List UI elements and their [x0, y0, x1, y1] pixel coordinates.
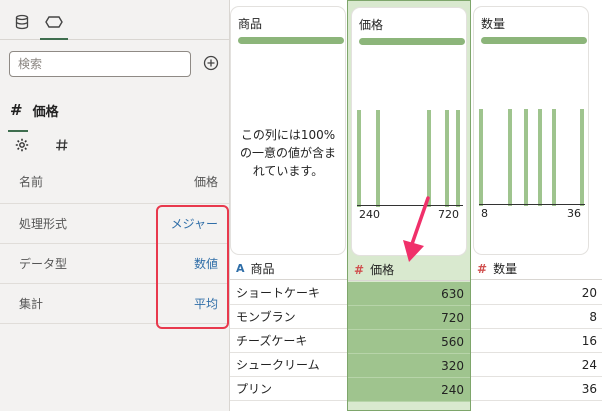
column-cells: 630 720 560 320 240 — [348, 282, 470, 402]
histogram-bar — [552, 109, 556, 206]
column-header-label: 価格 — [370, 263, 395, 277]
column-cells: ショートケーキ モンブラン チーズケーキ シュークリーム プリン — [230, 281, 347, 401]
table-cell[interactable]: プリン — [230, 377, 347, 401]
property-treatment-row: 処理形式 メジャー — [0, 204, 229, 244]
column-header-label: 商品 — [250, 262, 275, 276]
panel-tabs — [0, 0, 229, 40]
column-profile-card: 数量 8 36 — [474, 7, 588, 254]
text-type-icon: A — [236, 262, 245, 275]
search-input[interactable] — [9, 51, 191, 77]
histogram — [357, 107, 467, 207]
histogram-max: 36 — [567, 207, 581, 220]
title-underline — [8, 130, 28, 132]
histogram-bar — [456, 110, 460, 207]
property-aggregation-row: 集計 平均 — [0, 284, 229, 324]
histogram-axis — [479, 204, 585, 205]
column-header-product[interactable]: A 商品 — [230, 258, 347, 280]
data-structure-icon[interactable] — [40, 10, 68, 40]
histogram-bar — [524, 109, 528, 206]
histogram-bar — [479, 109, 483, 206]
column-profile-card: 商品 この列には100%の一意の値が含まれています。 — [231, 7, 345, 254]
column-header-label: 数量 — [493, 262, 518, 276]
table-cell[interactable]: 240 — [348, 378, 470, 402]
table-cell[interactable]: 8 — [471, 305, 602, 329]
column-product[interactable]: 商品 この列には100%の一意の値が含まれています。 A 商品 ショートケーキ … — [230, 0, 347, 411]
table-cell[interactable]: 320 — [348, 354, 470, 378]
histogram-axis — [357, 205, 463, 206]
table-cell[interactable]: 720 — [348, 306, 470, 330]
card-title: 数量 — [481, 17, 506, 31]
column-price[interactable]: 価格 240 720 # 価格 630 720 560 320 240 — [347, 0, 471, 411]
quality-bar — [359, 38, 465, 45]
property-label: データ型 — [19, 257, 68, 271]
card-title: 商品 — [238, 17, 263, 31]
table-cell[interactable]: 20 — [471, 281, 602, 305]
add-icon[interactable] — [201, 53, 221, 73]
quality-bar — [481, 37, 587, 44]
property-name-row: 名前 価格 — [0, 160, 229, 204]
histogram-bar — [357, 110, 361, 207]
selected-column-title: # 価格 — [10, 98, 59, 122]
column-cells: 20 8 16 24 36 — [471, 281, 602, 401]
table-cell[interactable]: 560 — [348, 330, 470, 354]
histogram-bar — [538, 109, 542, 206]
treatment-dropdown[interactable]: メジャー — [171, 215, 218, 232]
card-title: 価格 — [359, 18, 384, 32]
aggregation-dropdown[interactable]: 平均 — [194, 295, 218, 312]
gear-icon[interactable] — [12, 135, 32, 155]
column-header-quantity[interactable]: # 数量 — [471, 258, 602, 280]
histogram-min: 240 — [359, 208, 380, 221]
unique-values-message: この列には100%の一意の値が含まれています。 — [231, 126, 345, 180]
histogram — [479, 106, 589, 206]
histogram-min: 8 — [481, 207, 488, 220]
quality-bar — [238, 37, 344, 44]
unique-values-text: この列には100%の一意の値が含まれています。 — [239, 128, 336, 178]
table-cell[interactable]: 16 — [471, 329, 602, 353]
property-label: 集計 — [19, 297, 44, 311]
table-cell[interactable]: 36 — [471, 377, 602, 401]
table-cell[interactable]: シュークリーム — [230, 353, 347, 377]
property-list: 名前 価格 処理形式 メジャー データ型 数値 集計 平均 — [0, 160, 229, 324]
property-label: 処理形式 — [19, 217, 68, 231]
property-label: 名前 — [19, 175, 44, 189]
histogram-max: 720 — [438, 208, 459, 221]
data-preview: 商品 この列には100%の一意の値が含まれています。 A 商品 ショートケーキ … — [229, 0, 602, 411]
histogram-bar — [580, 109, 584, 206]
number-type-icon: # — [477, 261, 488, 276]
property-tabs — [12, 135, 72, 155]
hash-icon[interactable] — [52, 135, 72, 155]
database-icon[interactable] — [10, 10, 34, 34]
property-datatype-row: データ型 数値 — [0, 244, 229, 284]
selected-column-name: 価格 — [32, 104, 59, 120]
histogram-bar — [445, 110, 449, 207]
property-value: 価格 — [193, 175, 218, 189]
table-cell[interactable]: 630 — [348, 282, 470, 306]
histogram-bar — [376, 110, 380, 207]
column-quantity[interactable]: 数量 8 36 # 数量 20 8 16 24 36 — [471, 0, 602, 411]
histogram-bar — [427, 110, 431, 207]
table-cell[interactable]: ショートケーキ — [230, 281, 347, 305]
datatype-dropdown[interactable]: 数値 — [194, 255, 218, 272]
column-profile-card: 価格 240 720 — [352, 8, 466, 255]
column-properties-panel: # 価格 名前 価格 処理形式 メジャー データ型 数値 集計 平均 — [0, 0, 229, 411]
histogram-bar — [508, 109, 512, 206]
number-type-icon: # — [354, 262, 365, 277]
number-type-icon: # — [10, 101, 23, 119]
table-cell[interactable]: モンブラン — [230, 305, 347, 329]
table-cell[interactable]: チーズケーキ — [230, 329, 347, 353]
column-header-price[interactable]: # 価格 — [348, 259, 470, 281]
table-cell[interactable]: 24 — [471, 353, 602, 377]
